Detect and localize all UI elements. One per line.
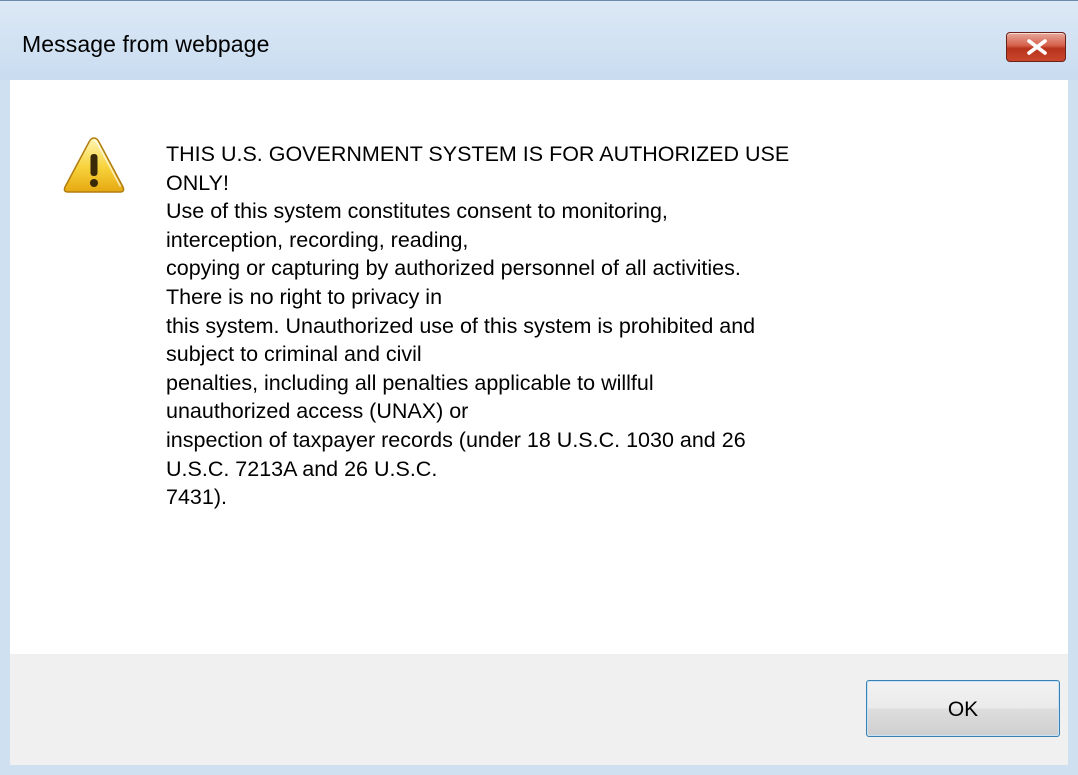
ok-button[interactable]: OK <box>866 680 1060 737</box>
button-bar: OK <box>10 654 1068 765</box>
message-line: penalties, including all penalties appli… <box>166 370 654 395</box>
message-line: ONLY! <box>166 170 229 195</box>
message-line: this system. Unauthorized use of this sy… <box>166 313 756 338</box>
title-bar[interactable]: Message from webpage <box>0 0 1078 80</box>
dialog-title: Message from webpage <box>22 31 270 57</box>
message-line: U.S.C. 7213A and 26 U.S.C. <box>166 456 438 481</box>
message-line: There is no right to privacy in <box>166 284 443 309</box>
window-bottom-border <box>0 765 1078 775</box>
close-button[interactable] <box>1006 32 1066 62</box>
dialog-content: THIS U.S. GOVERNMENT SYSTEM IS FOR AUTHO… <box>10 80 1068 654</box>
message-line: inspection of taxpayer records (under 18… <box>166 427 746 452</box>
message-text: THIS U.S. GOVERNMENT SYSTEM IS FOR AUTHO… <box>166 140 1046 512</box>
message-line: interception, recording, reading, <box>166 227 469 252</box>
message-line: 7431). <box>166 485 227 510</box>
close-x-icon <box>1027 39 1047 55</box>
warning-triangle-icon <box>63 137 125 193</box>
message-line: unauthorized access (UNAX) or <box>166 399 469 424</box>
message-line: Use of this system constitutes consent t… <box>166 199 668 224</box>
message-line: subject to criminal and civil <box>166 342 422 367</box>
message-line: copying or capturing by authorized perso… <box>166 256 741 281</box>
message-line: THIS U.S. GOVERNMENT SYSTEM IS FOR AUTHO… <box>166 142 790 166</box>
message-dialog: Message from webpage THIS U.S. GOVERNMEN… <box>0 0 1078 775</box>
